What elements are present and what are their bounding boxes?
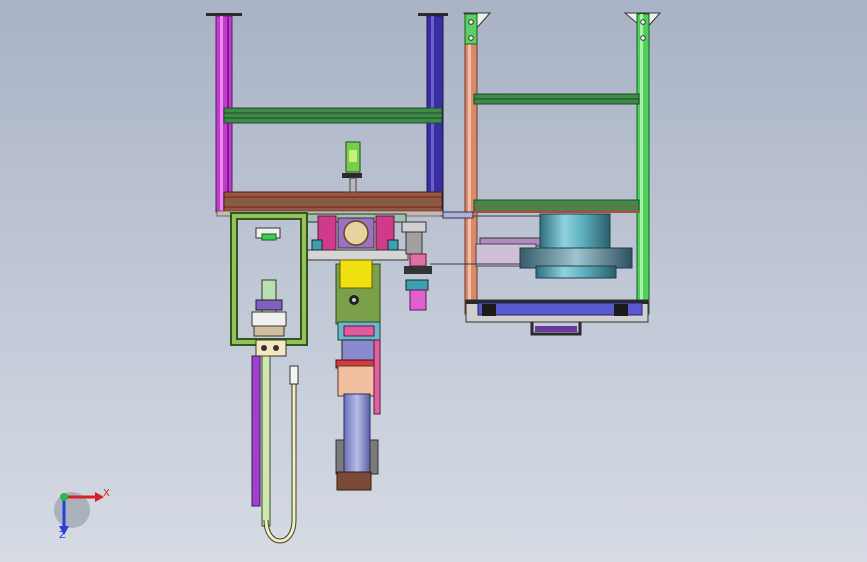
triad-z-label: Z — [59, 530, 66, 541]
left-gantry — [230, 212, 308, 544]
turntable-cylinder — [430, 211, 633, 279]
upper-rail-green — [223, 107, 443, 124]
shaft-base-block — [336, 471, 372, 491]
orientation-triad — [54, 492, 104, 535]
gripper-assembly — [401, 221, 432, 311]
sensor-block — [342, 141, 362, 193]
vertical-shaft — [343, 393, 371, 475]
right-frame — [463, 12, 662, 336]
center-mechanism — [303, 213, 409, 491]
left-frame — [206, 13, 448, 217]
cad-assembly-drawing — [54, 12, 662, 544]
triad-origin — [60, 493, 68, 501]
cad-viewport[interactable]: X Z — [0, 0, 867, 562]
triad-x-label: X — [103, 488, 110, 499]
